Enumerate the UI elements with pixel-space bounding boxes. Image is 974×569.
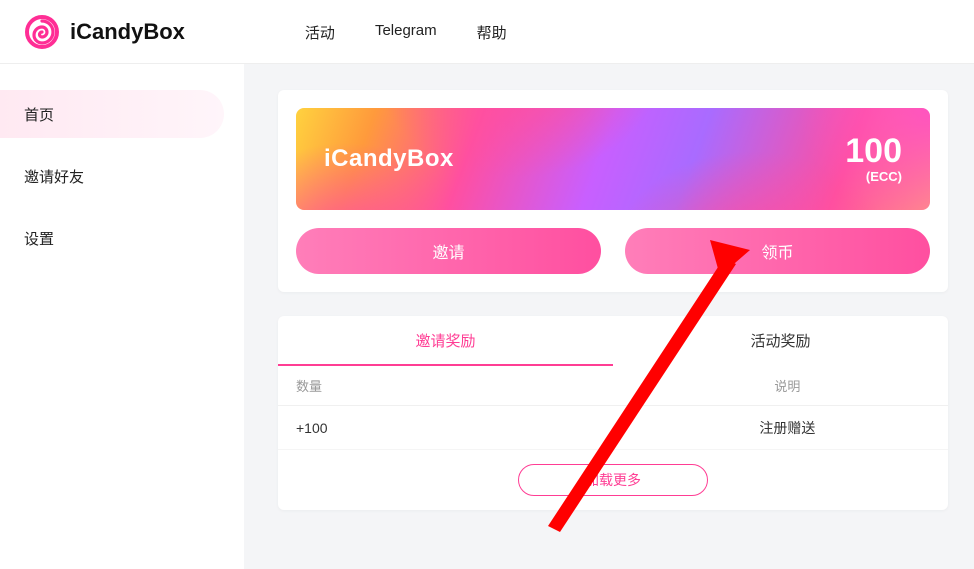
sidebar-item-invite[interactable]: 邀请好友 [0,152,224,200]
rewards-table-header: 数量 说明 [278,366,948,406]
nav-activity[interactable]: 活动 [305,22,335,43]
balance-amount: 100 [845,134,902,170]
hero-action-row: 邀请 领币 [296,228,930,274]
load-more-button[interactable]: 加载更多 [518,464,708,496]
sidebar-item-home[interactable]: 首页 [0,90,224,138]
header-bar: iCandyBox 活动 Telegram 帮助 [0,0,974,64]
sidebar-item-settings[interactable]: 设置 [0,214,224,262]
cell-desc: 注册赠送 [645,418,930,438]
brand-name: iCandyBox [70,19,185,45]
top-nav: 活动 Telegram 帮助 [305,22,507,43]
balance-unit: (ECC) [845,169,902,184]
cell-qty: +100 [296,420,645,436]
nav-help[interactable]: 帮助 [477,22,507,43]
balance-title: iCandyBox [324,145,454,173]
rewards-card: 邀请奖励 活动奖励 数量 说明 +100 注册赠送 加载更多 [278,316,948,510]
tab-invite-rewards[interactable]: 邀请奖励 [278,316,613,366]
nav-telegram[interactable]: Telegram [375,22,437,43]
brand-lockup: iCandyBox [24,14,185,50]
invite-button[interactable]: 邀请 [296,228,601,274]
claim-button[interactable]: 领币 [625,228,930,274]
balance-banner: iCandyBox 100 (ECC) [296,108,930,210]
balance-card: iCandyBox 100 (ECC) 邀请 领币 [278,90,948,292]
header-divider [0,63,974,64]
tab-activity-rewards[interactable]: 活动奖励 [613,316,948,366]
candy-spiral-icon [24,14,60,50]
load-more-row: 加载更多 [278,464,948,496]
main-content: iCandyBox 100 (ECC) 邀请 领币 邀请奖励 活动奖励 数量 说… [244,64,974,569]
balance-amount-block: 100 (ECC) [845,134,902,185]
col-header-desc: 说明 [645,376,930,395]
col-header-qty: 数量 [296,376,645,395]
rewards-tabs: 邀请奖励 活动奖励 [278,316,948,366]
sidebar: 首页 邀请好友 设置 [0,64,244,569]
table-row: +100 注册赠送 [278,406,948,450]
